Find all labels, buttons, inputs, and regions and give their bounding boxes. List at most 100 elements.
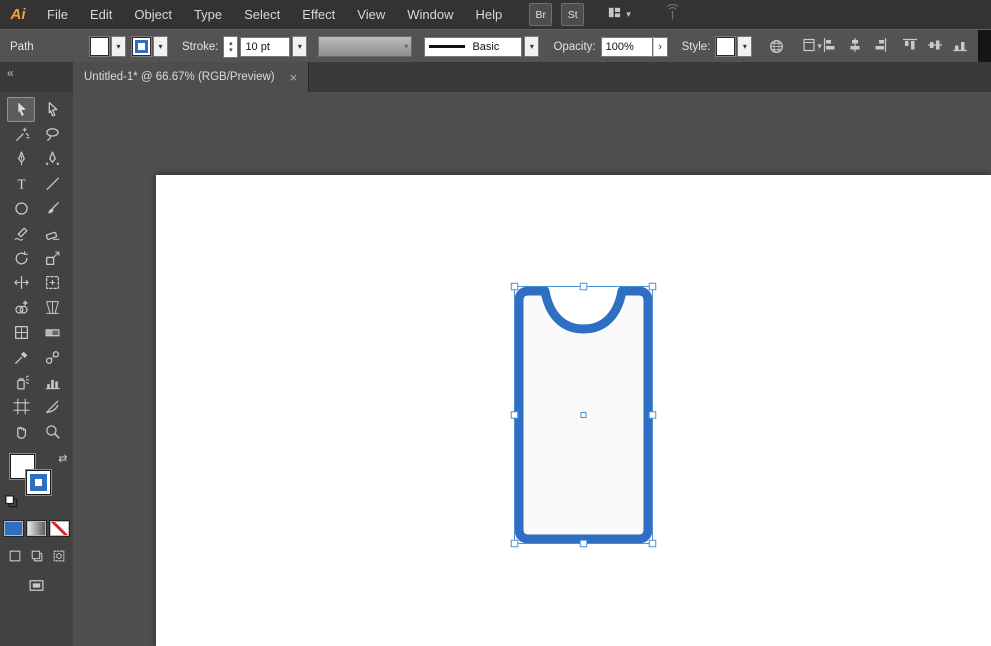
paintbrush-tool[interactable] bbox=[38, 196, 66, 221]
menu-type[interactable]: Type bbox=[183, 0, 233, 29]
chevron-down-icon[interactable]: ▾ bbox=[153, 36, 168, 57]
scale-tool[interactable] bbox=[38, 246, 66, 271]
selection-tool[interactable] bbox=[7, 97, 35, 122]
hand-tool[interactable] bbox=[7, 419, 35, 444]
align-middle-button[interactable] bbox=[927, 37, 943, 56]
chevron-down-icon: ▾ bbox=[404, 42, 409, 51]
svg-text:T: T bbox=[17, 177, 25, 192]
perspective-grid-tool[interactable] bbox=[38, 295, 66, 320]
menu-effect[interactable]: Effect bbox=[291, 0, 346, 29]
collapse-panel-icon[interactable]: « bbox=[7, 66, 14, 80]
stroke-width-stepper[interactable]: ▴ ▾ bbox=[223, 35, 239, 58]
menu-object[interactable]: Object bbox=[123, 0, 183, 29]
align-center-button[interactable] bbox=[847, 37, 863, 56]
context-label: Path bbox=[10, 40, 34, 53]
align-right-button[interactable] bbox=[872, 37, 888, 56]
app-logo: Ai bbox=[10, 6, 26, 23]
color-mode-buttons bbox=[3, 520, 70, 538]
lasso-tool[interactable] bbox=[38, 122, 66, 147]
draw-behind-button[interactable] bbox=[28, 548, 46, 564]
none-button[interactable] bbox=[49, 520, 70, 538]
chevron-down-icon[interactable]: ▾ bbox=[737, 36, 753, 57]
document-tab-title: Untitled-1* @ 66.67% (RGB/Preview) bbox=[84, 71, 275, 83]
type-tool[interactable]: T bbox=[7, 171, 35, 196]
slice-tool[interactable] bbox=[38, 395, 66, 420]
gradient-button[interactable] bbox=[26, 520, 47, 538]
sync-status-icon[interactable] bbox=[664, 3, 681, 26]
eraser-tool[interactable] bbox=[38, 221, 66, 246]
menubar-buttons: Br St ▾ bbox=[529, 3, 681, 26]
zoom-tool[interactable] bbox=[38, 419, 66, 444]
menu-help[interactable]: Help bbox=[464, 0, 513, 29]
mesh-tool[interactable] bbox=[7, 320, 35, 345]
brush-definition-field[interactable]: Basic bbox=[424, 36, 523, 57]
document-tab[interactable]: Untitled-1* @ 66.67% (RGB/Preview) × bbox=[73, 62, 310, 92]
curvature-tool[interactable] bbox=[38, 147, 66, 172]
document-setup-dropdown[interactable]: ▾ bbox=[801, 37, 822, 56]
style-label: Style: bbox=[681, 40, 711, 53]
chevron-down-icon[interactable]: ▾ bbox=[111, 36, 126, 57]
blend-tool[interactable] bbox=[38, 345, 66, 370]
menu-view[interactable]: View bbox=[346, 0, 396, 29]
fill-stroke-swatches: ⇄ bbox=[4, 452, 68, 514]
brush-definition-dropdown[interactable]: ▾ bbox=[524, 36, 540, 57]
brush-definition-value: Basic bbox=[472, 40, 500, 53]
close-icon[interactable]: × bbox=[290, 70, 298, 85]
workspace-switcher[interactable]: ▾ bbox=[607, 5, 631, 25]
stroke-swatch[interactable] bbox=[25, 470, 51, 496]
document-tab-bar: « Untitled-1* @ 66.67% (RGB/Preview) × bbox=[0, 62, 991, 93]
recolor-artwork-icon[interactable] bbox=[768, 38, 785, 55]
align-bottom-button[interactable] bbox=[952, 37, 968, 56]
draw-normal-button[interactable] bbox=[6, 548, 24, 564]
align-controls bbox=[822, 37, 968, 56]
illustrator-window: Ai File Edit Object Type Select Effect View Win… bbox=[0, 0, 991, 646]
fill-color-dropdown[interactable]: ▾ bbox=[90, 36, 126, 57]
panel-dock-endcap bbox=[978, 30, 991, 63]
swap-fill-stroke-icon[interactable]: ⇄ bbox=[58, 452, 67, 465]
graphic-style-dropdown[interactable]: ▾ bbox=[716, 36, 753, 57]
default-fill-stroke-icon[interactable] bbox=[4, 494, 19, 514]
menu-select[interactable]: Select bbox=[233, 0, 291, 29]
artboard[interactable] bbox=[156, 175, 991, 646]
magic-wand-tool[interactable] bbox=[7, 122, 35, 147]
stroke-color-swatch[interactable] bbox=[132, 37, 151, 56]
opacity-field[interactable]: 100% bbox=[600, 36, 653, 57]
draw-inside-button[interactable] bbox=[50, 548, 68, 564]
stroke-width-dropdown[interactable]: ▾ bbox=[292, 36, 308, 57]
bridge-button[interactable]: Br bbox=[529, 3, 553, 26]
graphic-style-swatch[interactable] bbox=[716, 37, 736, 56]
ellipse-tool[interactable] bbox=[7, 196, 35, 221]
symbol-sprayer-tool[interactable] bbox=[7, 370, 35, 395]
gradient-tool[interactable] bbox=[38, 320, 66, 345]
artboard-tool[interactable] bbox=[7, 395, 35, 420]
drawing-mode-buttons bbox=[6, 548, 68, 564]
direct-selection-tool[interactable] bbox=[38, 97, 66, 122]
stroke-width-field[interactable]: 10 pt bbox=[240, 36, 291, 57]
pen-tool[interactable] bbox=[7, 147, 35, 172]
stroke-color-ring bbox=[135, 40, 148, 53]
fill-color-swatch[interactable] bbox=[90, 37, 109, 56]
width-tool[interactable] bbox=[7, 271, 35, 296]
canvas[interactable] bbox=[73, 92, 991, 646]
rotate-tool[interactable] bbox=[7, 246, 35, 271]
free-transform-tool[interactable] bbox=[38, 271, 66, 296]
align-top-button[interactable] bbox=[902, 37, 918, 56]
screen-mode-button[interactable] bbox=[28, 577, 45, 599]
menu-edit[interactable]: Edit bbox=[79, 0, 123, 29]
stock-button[interactable]: St bbox=[561, 3, 585, 26]
menu-window[interactable]: Window bbox=[396, 0, 464, 29]
menu-file[interactable]: File bbox=[36, 0, 79, 29]
align-left-button[interactable] bbox=[822, 37, 838, 56]
eyedropper-tool[interactable] bbox=[7, 345, 35, 370]
variable-width-profile-dropdown: ▾ bbox=[318, 36, 413, 57]
opacity-panel-arrow[interactable]: › bbox=[652, 36, 668, 57]
menu-bar: Ai File Edit Object Type Select Effect View Win… bbox=[0, 0, 991, 30]
stroke-color-dropdown[interactable]: ▾ bbox=[132, 36, 168, 57]
tools-panel: T ⇄ bbox=[0, 92, 74, 646]
line-segment-tool[interactable] bbox=[38, 171, 66, 196]
column-graph-tool[interactable] bbox=[38, 370, 66, 395]
color-button[interactable] bbox=[3, 520, 24, 538]
shaper-tool[interactable] bbox=[7, 221, 35, 246]
shape-builder-tool[interactable] bbox=[7, 295, 35, 320]
opacity-label: Opacity: bbox=[553, 40, 596, 53]
